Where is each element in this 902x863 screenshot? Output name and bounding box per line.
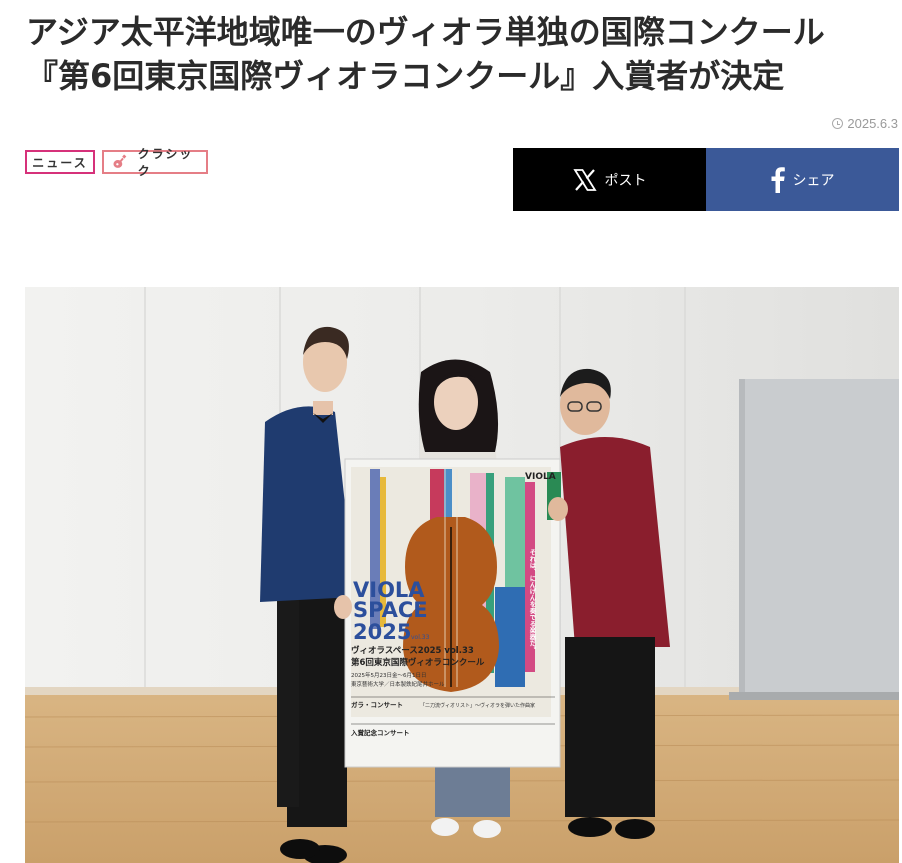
share-x-label: ポスト	[604, 172, 647, 189]
share-x-button[interactable]: ポスト	[513, 148, 706, 211]
x-logo-icon	[572, 168, 597, 191]
poster-subtitle-2: 第6回東京国際ヴィオラコンクール	[351, 657, 485, 668]
poster-vertical-text: それは、にんげんを奏でる楽器だ。	[528, 549, 537, 653]
poster-venue: 東京藝術大学／日本製鉄紀尾井ホール	[351, 680, 445, 688]
tag-classic[interactable]: クラシック	[102, 147, 208, 178]
poster-brand: VIOLA	[525, 472, 556, 482]
poster-subtitle-1: ヴィオラスペース2025 vol.33	[351, 645, 474, 656]
poster: VIOLA VIOLA SPACE 2025 vol.33 ヴィオラスペース20…	[344, 458, 561, 768]
poster-vol: vol.33	[411, 634, 430, 641]
article-title-line-2: 『第6回東京国際ヴィオラコンクール』入賞者が決定	[26, 57, 785, 95]
publish-date-text: 2025.6.3	[847, 116, 898, 131]
article-title-line-1: アジア太平洋地域唯一のヴィオラ単独の国際コンクール	[26, 13, 825, 51]
poster-dates: 2025年5月23日金〜6月1日日	[351, 671, 427, 679]
poster-gala-sub: 「二刀流ヴィオリスト」〜ヴィオラを弾いた作曲家	[420, 702, 535, 709]
tag-classic-label: クラシック	[137, 147, 194, 178]
share-facebook-button[interactable]: シェア	[706, 148, 899, 211]
clock-icon	[832, 118, 844, 129]
article-photo: VIOLA VIOLA SPACE 2025 vol.33 ヴィオラスペース20…	[25, 287, 899, 863]
poster-award: 入賞記念コンサート	[350, 728, 410, 737]
tag-news-label: ニュース	[32, 155, 88, 170]
facebook-logo-icon	[771, 166, 785, 193]
poster-headline-2: SPACE	[353, 598, 428, 622]
guitar-icon	[113, 154, 127, 168]
share-facebook-label: シェア	[792, 172, 835, 189]
poster-gala: ガラ・コンサート	[351, 700, 403, 709]
article-title: アジア太平洋地域唯一のヴィオラ単独の国際コンクール 『第6回東京国際ヴィオラコン…	[26, 10, 896, 98]
tag-news[interactable]: ニュース	[25, 150, 95, 174]
poster-headline-3: 2025	[353, 620, 411, 644]
publish-date: 2025.6.3	[832, 116, 898, 131]
